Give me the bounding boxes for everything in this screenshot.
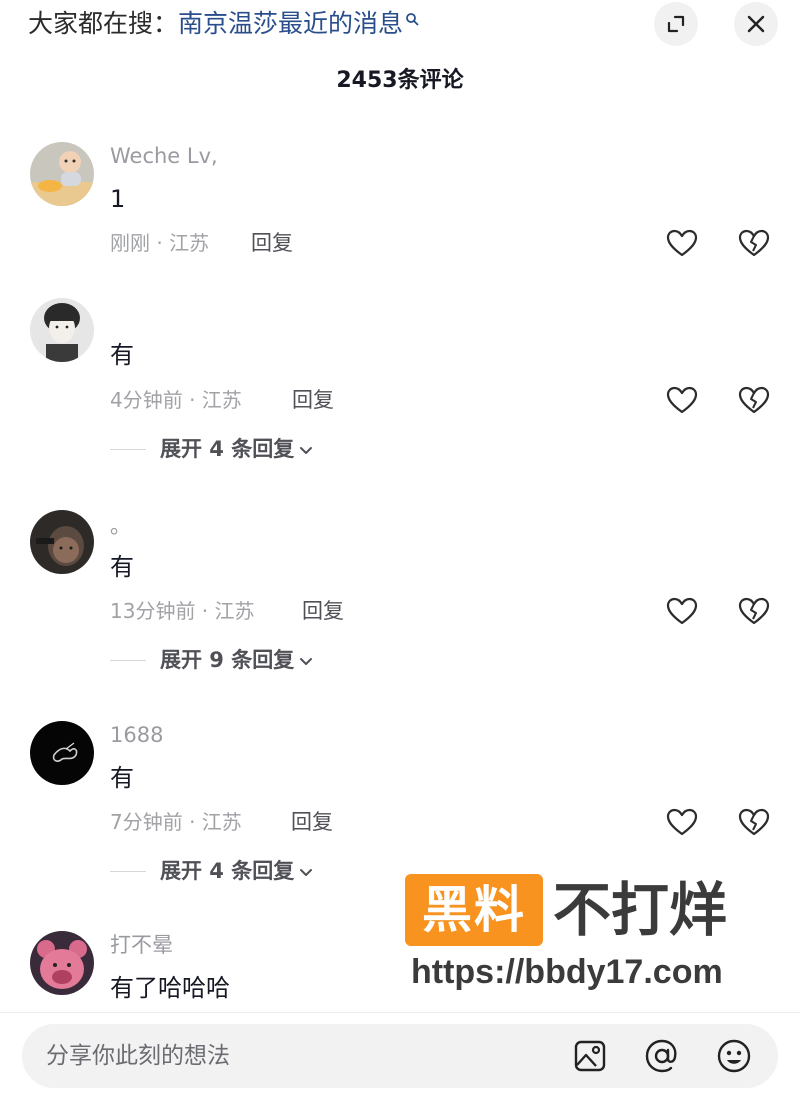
search-suggestion-prefix: 大家都在搜： — [28, 9, 179, 38]
search-suggestion[interactable]: 大家都在搜：南京温莎最近的消息 — [28, 8, 419, 40]
expand-divider — [110, 871, 146, 872]
comment-time-location: 4分钟前 · 江苏 — [110, 388, 242, 412]
like-heart-icon[interactable] — [665, 594, 699, 628]
comment-time-location: 刚刚 · 江苏 — [110, 231, 210, 255]
reply-button[interactable]: 回复 — [251, 229, 293, 257]
comment-username[interactable]: Weche Lv, — [110, 142, 218, 170]
chevron-down-icon — [300, 658, 313, 665]
expand-icon — [667, 15, 685, 33]
reply-button[interactable]: 回复 — [291, 808, 333, 836]
avatar[interactable] — [30, 142, 94, 206]
dislike-broken-heart-icon[interactable] — [737, 383, 771, 417]
comment-username[interactable]: 打不晕 — [110, 931, 173, 959]
avatar[interactable] — [30, 931, 94, 995]
bottom-divider — [0, 1012, 800, 1013]
at-icon — [645, 1039, 677, 1073]
reply-button[interactable]: 回复 — [292, 386, 334, 414]
avatar[interactable] — [30, 298, 94, 362]
dislike-broken-heart-icon[interactable] — [737, 805, 771, 839]
chevron-down-icon — [300, 869, 313, 876]
search-icon — [406, 13, 419, 26]
comment-username[interactable]: 。 — [110, 512, 131, 540]
expand-replies-button[interactable]: 展开 4 条回复 — [160, 435, 314, 463]
comment-item: 打不晕 有了哈哈哈 — [0, 929, 800, 1009]
reply-button[interactable]: 回复 — [302, 597, 344, 625]
comment-input-bar[interactable]: 分享你此刻的想法 — [22, 1024, 778, 1088]
comment-item: 有 4分钟前 · 江苏 回复 展开 4 条回复 — [0, 296, 800, 486]
expand-replies-button[interactable]: 展开 4 条回复 — [160, 857, 314, 885]
comment-input-placeholder[interactable]: 分享你此刻的想法 — [46, 1040, 230, 1072]
comment-text: 1 — [110, 185, 126, 213]
comment-username[interactable]: 1688 — [110, 721, 163, 749]
mention-button[interactable] — [642, 1036, 682, 1076]
comment-text: 有 — [110, 764, 134, 792]
like-heart-icon[interactable] — [665, 383, 699, 417]
avatar[interactable] — [30, 721, 94, 785]
expand-replies-button[interactable]: 展开 9 条回复 — [160, 646, 314, 674]
expand-replies-label: 展开 4 条回复 — [160, 437, 295, 461]
comment-text: 有 — [110, 341, 134, 369]
comment-item: 1688 有 7分钟前 · 江苏 回复 展开 4 条回复 — [0, 719, 800, 909]
close-icon — [747, 15, 765, 33]
expand-divider — [110, 449, 146, 450]
expand-replies-label: 展开 4 条回复 — [160, 859, 295, 883]
comment-text: 有 — [110, 553, 134, 581]
expand-divider — [110, 660, 146, 661]
comment-time-location: 7分钟前 · 江苏 — [110, 810, 242, 834]
comment-time-location: 13分钟前 · 江苏 — [110, 599, 255, 623]
expand-button[interactable] — [654, 2, 698, 46]
emoji-button[interactable] — [714, 1036, 754, 1076]
chevron-down-icon — [300, 447, 313, 454]
close-button[interactable] — [734, 2, 778, 46]
like-heart-icon[interactable] — [665, 805, 699, 839]
top-bar: 大家都在搜：南京温莎最近的消息 — [0, 0, 800, 50]
comment-text: 有了哈哈哈 — [110, 974, 230, 1002]
like-heart-icon[interactable] — [665, 226, 699, 260]
image-button[interactable] — [570, 1036, 610, 1076]
comment-count: 2453条评论 — [336, 68, 464, 93]
search-suggestion-topic[interactable]: 南京温莎最近的消息 — [178, 9, 403, 38]
avatar[interactable] — [30, 510, 94, 574]
image-icon — [574, 1040, 606, 1072]
expand-replies-label: 展开 9 条回复 — [160, 648, 295, 672]
comment-item: 。 有 13分钟前 · 江苏 回复 展开 9 条回复 — [0, 508, 800, 698]
dislike-broken-heart-icon[interactable] — [737, 226, 771, 260]
emoji-icon — [717, 1039, 751, 1073]
dislike-broken-heart-icon[interactable] — [737, 594, 771, 628]
